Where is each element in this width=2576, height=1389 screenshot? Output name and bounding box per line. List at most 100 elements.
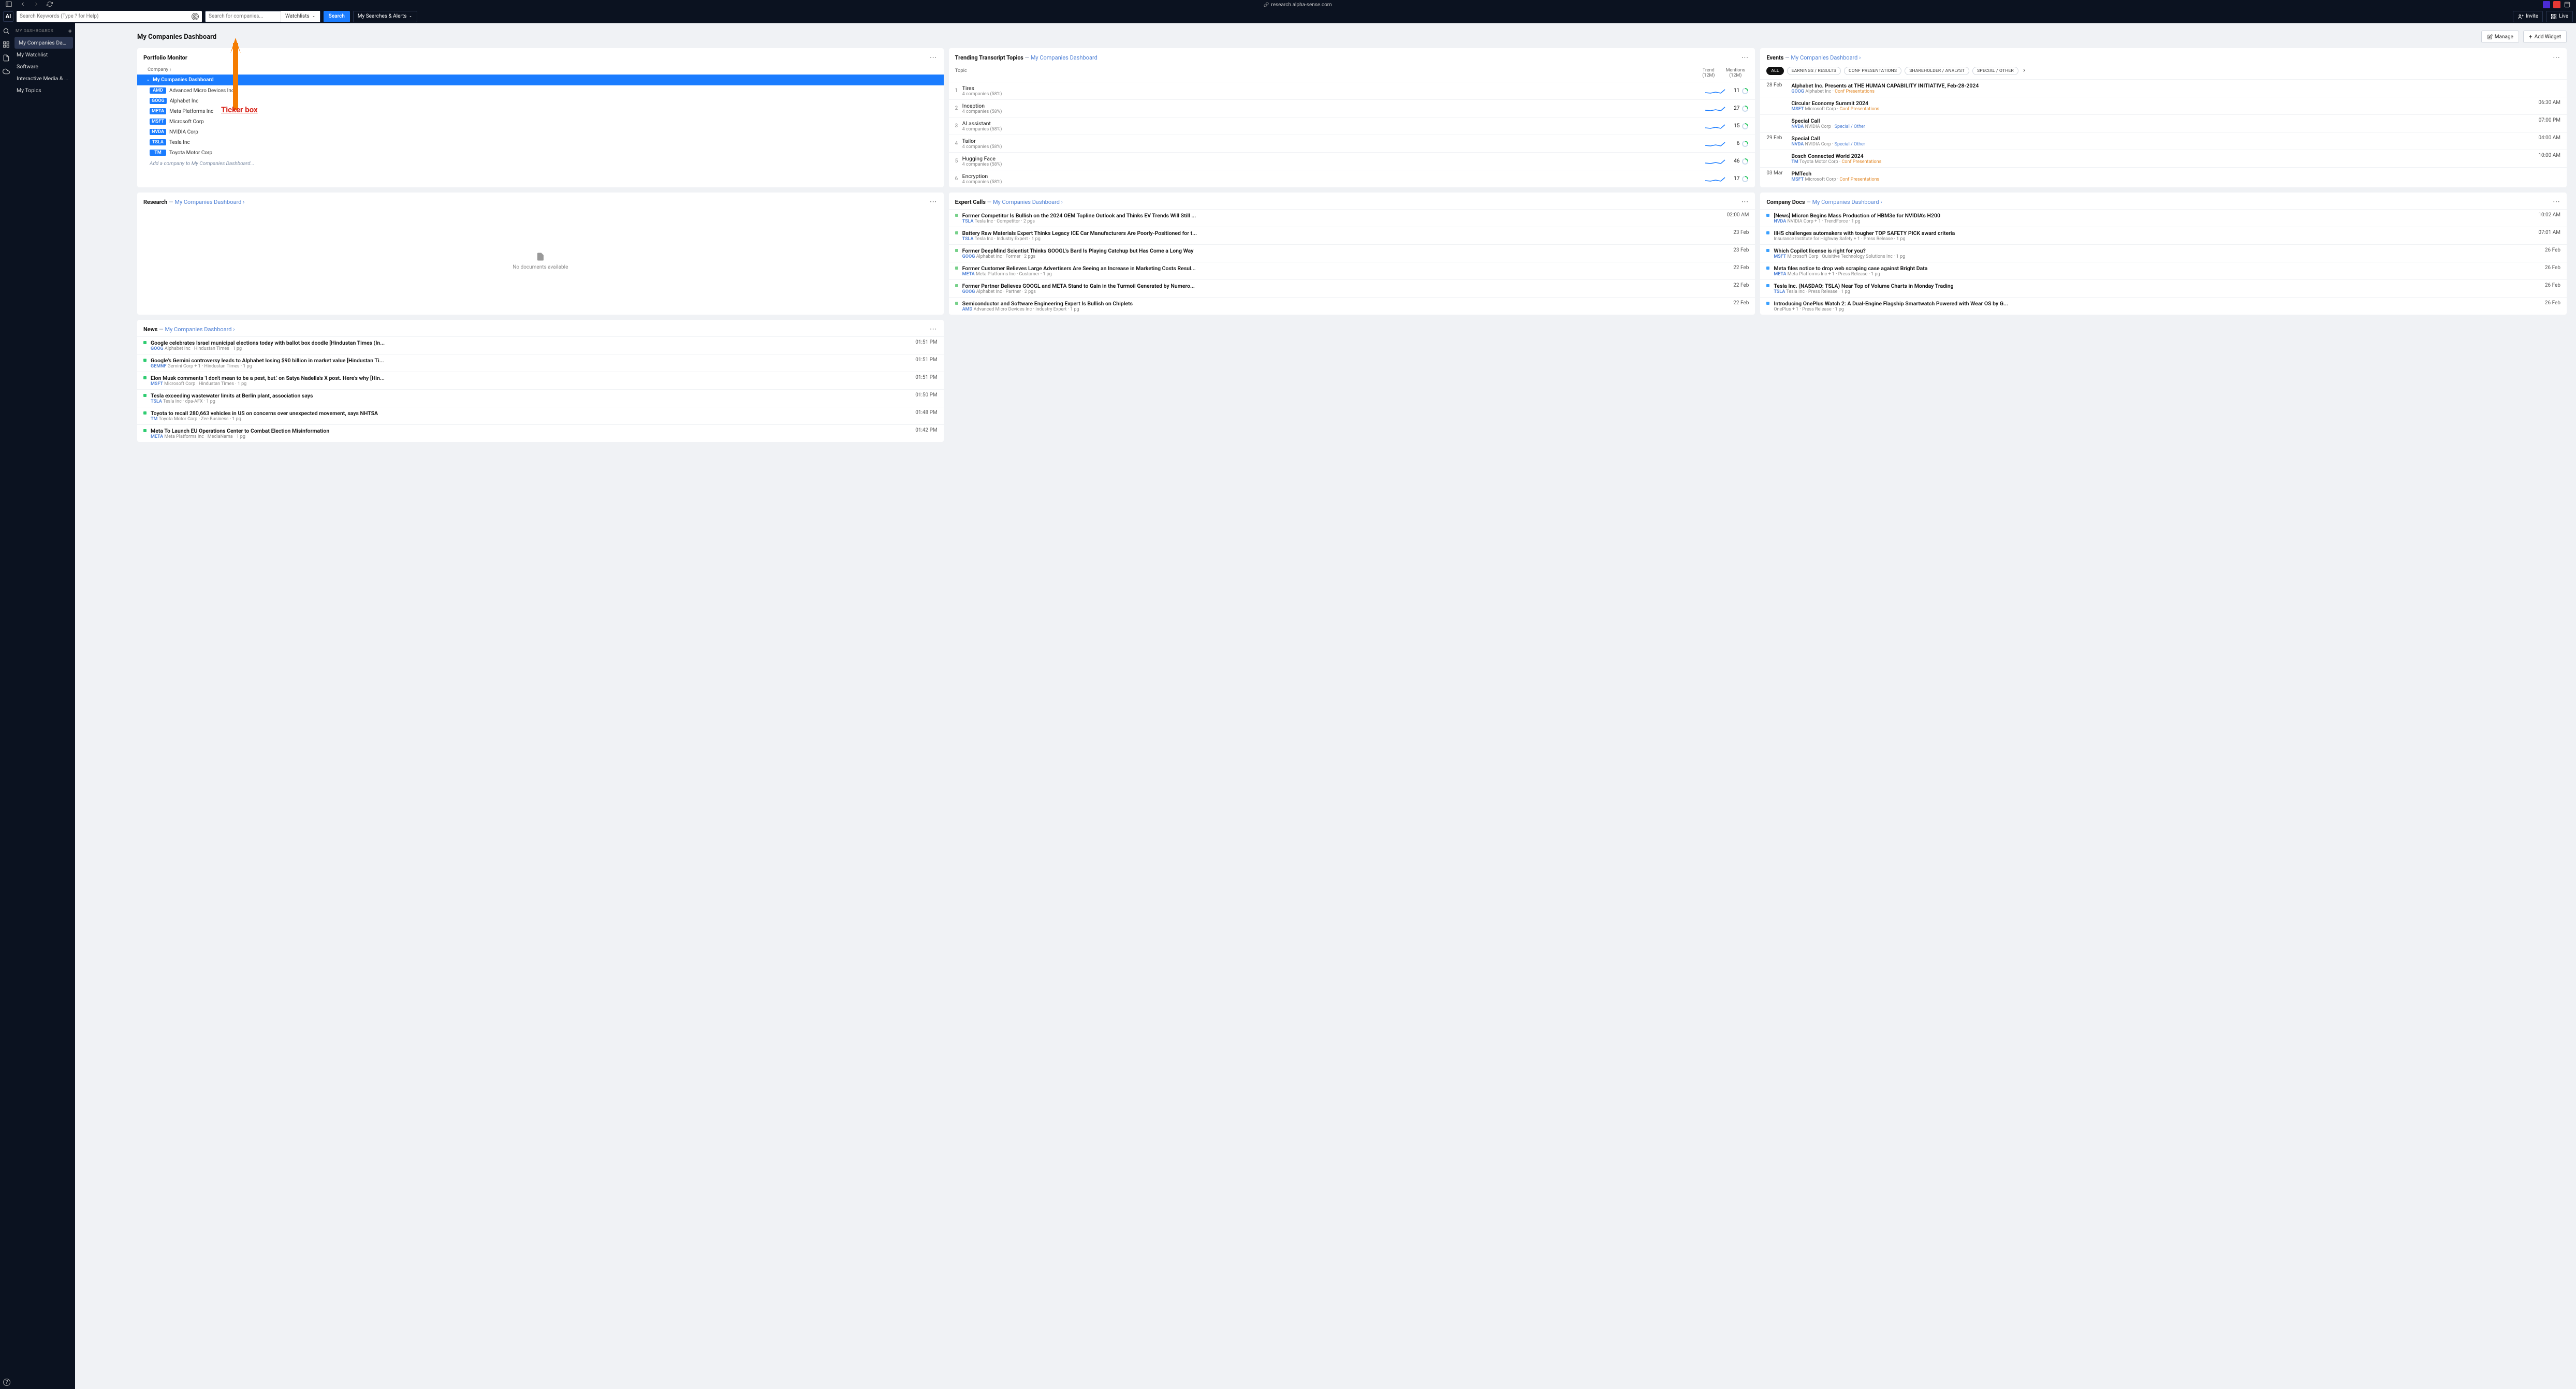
event-row[interactable]: Special CallNVDA NVIDIA Corp · Special /… — [1760, 114, 2567, 132]
more-icon[interactable]: ⋯ — [2553, 53, 2560, 62]
list-item[interactable]: Google's Gemini controversy leads to Alp… — [137, 354, 944, 372]
list-item[interactable]: Introducing OnePlus Watch 2: A Dual-Engi… — [1760, 297, 2567, 315]
list-item[interactable]: [News] Micron Begins Mass Production of … — [1760, 209, 2567, 227]
doc-type-icon — [143, 411, 147, 415]
ext-icon-1[interactable] — [2543, 1, 2550, 8]
card-sublink[interactable]: My Companies Dashboard — [1791, 54, 1857, 61]
filter-pill[interactable]: SHAREHOLDER / ANALYST — [1905, 67, 1969, 75]
more-icon[interactable]: ⋯ — [930, 198, 938, 206]
portfolio-row[interactable]: NVDANVIDIA Corp — [137, 127, 944, 137]
more-icon[interactable]: ⋯ — [1741, 53, 1749, 62]
company-search-box[interactable]: Watchlists — [205, 11, 320, 22]
sidebar-item[interactable]: Interactive Media & Servic... — [12, 72, 75, 84]
invite-button[interactable]: Invite — [2513, 11, 2543, 22]
scroll-right-icon[interactable] — [2022, 68, 2027, 75]
filter-pill[interactable]: CONF PRESENTATIONS — [1844, 67, 1901, 75]
col-mentions: Mentions(12M) — [1722, 68, 1749, 78]
trending-row[interactable]: 3AI assistant4 companies (58%)15 — [949, 117, 1755, 135]
card-sublink[interactable]: My Companies Dashboard — [1812, 199, 1879, 205]
add-company-link[interactable]: Add a company to My Companies Dashboard.… — [137, 158, 944, 172]
filter-pill[interactable]: EARNINGS / RESULTS — [1787, 67, 1841, 75]
sidebar-toggle-icon[interactable] — [5, 1, 12, 9]
event-row[interactable]: 28 FebAlphabet Inc. Presents at THE HUMA… — [1760, 79, 2567, 97]
list-item[interactable]: Toyota to recall 280,663 vehicles in US … — [137, 407, 944, 424]
list-item[interactable]: Google celebrates Israel municipal elect… — [137, 336, 944, 354]
company-input[interactable] — [206, 13, 281, 19]
news-card: News — My Companies Dashboard › ⋯ Google… — [137, 320, 944, 442]
keyword-input[interactable] — [20, 13, 192, 19]
expert-calls-card: Expert Calls — My Companies Dashboard › … — [949, 193, 1755, 315]
list-item[interactable]: Former Partner Believes GOOGL and META S… — [949, 279, 1755, 297]
event-row[interactable]: Bosch Connected World 2024TM Toyota Moto… — [1760, 150, 2567, 167]
search-button[interactable]: Search — [324, 11, 350, 22]
list-item[interactable]: Meta To Launch EU Operations Center to C… — [137, 424, 944, 442]
add-dashboard-icon[interactable]: + — [68, 27, 72, 35]
portfolio-header-row[interactable]: My Companies Dashboard — [137, 75, 944, 85]
sidebar-item[interactable]: My Topics — [12, 84, 75, 96]
column-header[interactable]: Company — [148, 67, 168, 72]
live-button[interactable]: Live — [2546, 11, 2573, 22]
trending-row[interactable]: 4Tailor4 companies (58%)6 — [949, 135, 1755, 152]
refresh-icon[interactable] — [47, 1, 53, 9]
keyword-search-box[interactable] — [17, 11, 202, 22]
filter-pill[interactable]: ALL — [1766, 67, 1783, 75]
ext-icon-2[interactable] — [2553, 1, 2560, 8]
sidebar-item[interactable]: Software — [12, 61, 75, 72]
search-icon[interactable] — [3, 27, 10, 35]
cloud-icon[interactable] — [3, 68, 10, 75]
research-card: Research — My Companies Dashboard › ⋯ No… — [137, 193, 944, 315]
list-item[interactable]: Tesla Inc. (NASDAQ: TSLA) Near Top of Vo… — [1760, 279, 2567, 297]
list-item[interactable]: Elon Musk comments 'I don't mean to be a… — [137, 372, 944, 389]
watchlists-dropdown[interactable]: Watchlists — [281, 11, 320, 22]
card-sublink[interactable]: My Companies Dashboard — [993, 199, 1060, 205]
more-icon[interactable]: ⋯ — [930, 325, 938, 333]
forward-icon[interactable] — [33, 1, 39, 9]
list-item[interactable]: Meta files notice to drop web scraping c… — [1760, 262, 2567, 279]
list-item[interactable]: Former Customer Believes Large Advertise… — [949, 262, 1755, 279]
sidebar-item[interactable]: My Companies Dashboard — [14, 37, 73, 49]
ext-icon-3[interactable] — [2564, 1, 2571, 8]
portfolio-row[interactable]: TMToyota Motor Corp — [137, 147, 944, 158]
trending-row[interactable]: 1Tires4 companies (58%)11 — [949, 82, 1755, 99]
list-item[interactable]: Which Copilot license is right for you?M… — [1760, 244, 2567, 262]
more-icon[interactable]: ⋯ — [930, 53, 938, 62]
ring-icon — [1741, 175, 1749, 183]
company-name: Advanced Micro Devices Inc — [169, 88, 234, 94]
portfolio-row[interactable]: AMDAdvanced Micro Devices Inc — [137, 85, 944, 96]
event-row[interactable]: 29 FebSpecial CallNVDA NVIDIA Corp · Spe… — [1760, 132, 2567, 150]
manage-button[interactable]: Manage — [2481, 31, 2519, 43]
app-logo[interactable]: AI — [3, 11, 13, 22]
card-sublink[interactable]: My Companies Dashboard — [165, 326, 232, 333]
event-row[interactable]: Circular Economy Summit 2024MSFT Microso… — [1760, 97, 2567, 114]
list-item[interactable]: Former DeepMind Scientist Thinks GOOGL's… — [949, 244, 1755, 262]
more-icon[interactable]: ⋯ — [2553, 198, 2560, 206]
list-item[interactable]: Former Competitor Is Bullish on the 2024… — [949, 209, 1755, 227]
list-item[interactable]: Semiconductor and Software Engineering E… — [949, 297, 1755, 315]
alerts-button[interactable]: My Searches & Alerts — [353, 11, 418, 22]
back-icon[interactable] — [20, 1, 26, 9]
empty-text: No documents available — [513, 264, 568, 270]
card-sublink[interactable]: My Companies Dashboard — [1031, 54, 1097, 61]
sidebar-item[interactable]: My Watchlist — [12, 49, 75, 61]
help-icon[interactable]: ? — [3, 1379, 10, 1386]
portfolio-row[interactable]: MSFTMicrosoft Corp — [137, 116, 944, 127]
doc-icon[interactable] — [3, 54, 10, 62]
list-item[interactable]: Tesla exceeding wastewater limits at Ber… — [137, 389, 944, 407]
portfolio-row[interactable]: GOOGAlphabet Inc — [137, 96, 944, 106]
portfolio-row[interactable]: METAMeta Platforms Inc — [137, 106, 944, 116]
doc-type-icon — [1766, 302, 1769, 305]
filter-pill[interactable]: SPECIAL / OTHER — [1972, 67, 2018, 75]
trending-row[interactable]: 5Hugging Face4 companies (58%)46 — [949, 152, 1755, 170]
portfolio-row[interactable]: TSLATesla Inc — [137, 137, 944, 147]
trending-row[interactable]: 2Inception4 companies (58%)27 — [949, 99, 1755, 117]
event-row[interactable]: 03 MarPMTechMSFT Microsoft Corp · Conf P… — [1760, 167, 2567, 185]
trending-row[interactable]: 6Encryption4 companies (58%)17 — [949, 170, 1755, 187]
card-sublink[interactable]: My Companies Dashboard — [174, 199, 241, 205]
dashboard-icon[interactable] — [3, 41, 10, 48]
portfolio-header-label: My Companies Dashboard — [153, 77, 214, 83]
add-widget-button[interactable]: + Add Widget — [2523, 31, 2567, 43]
list-item[interactable]: IIHS challenges automakers with tougher … — [1760, 227, 2567, 244]
radar-icon[interactable] — [192, 13, 199, 20]
more-icon[interactable]: ⋯ — [1741, 198, 1749, 206]
list-item[interactable]: Battery Raw Materials Expert Thinks Lega… — [949, 227, 1755, 244]
